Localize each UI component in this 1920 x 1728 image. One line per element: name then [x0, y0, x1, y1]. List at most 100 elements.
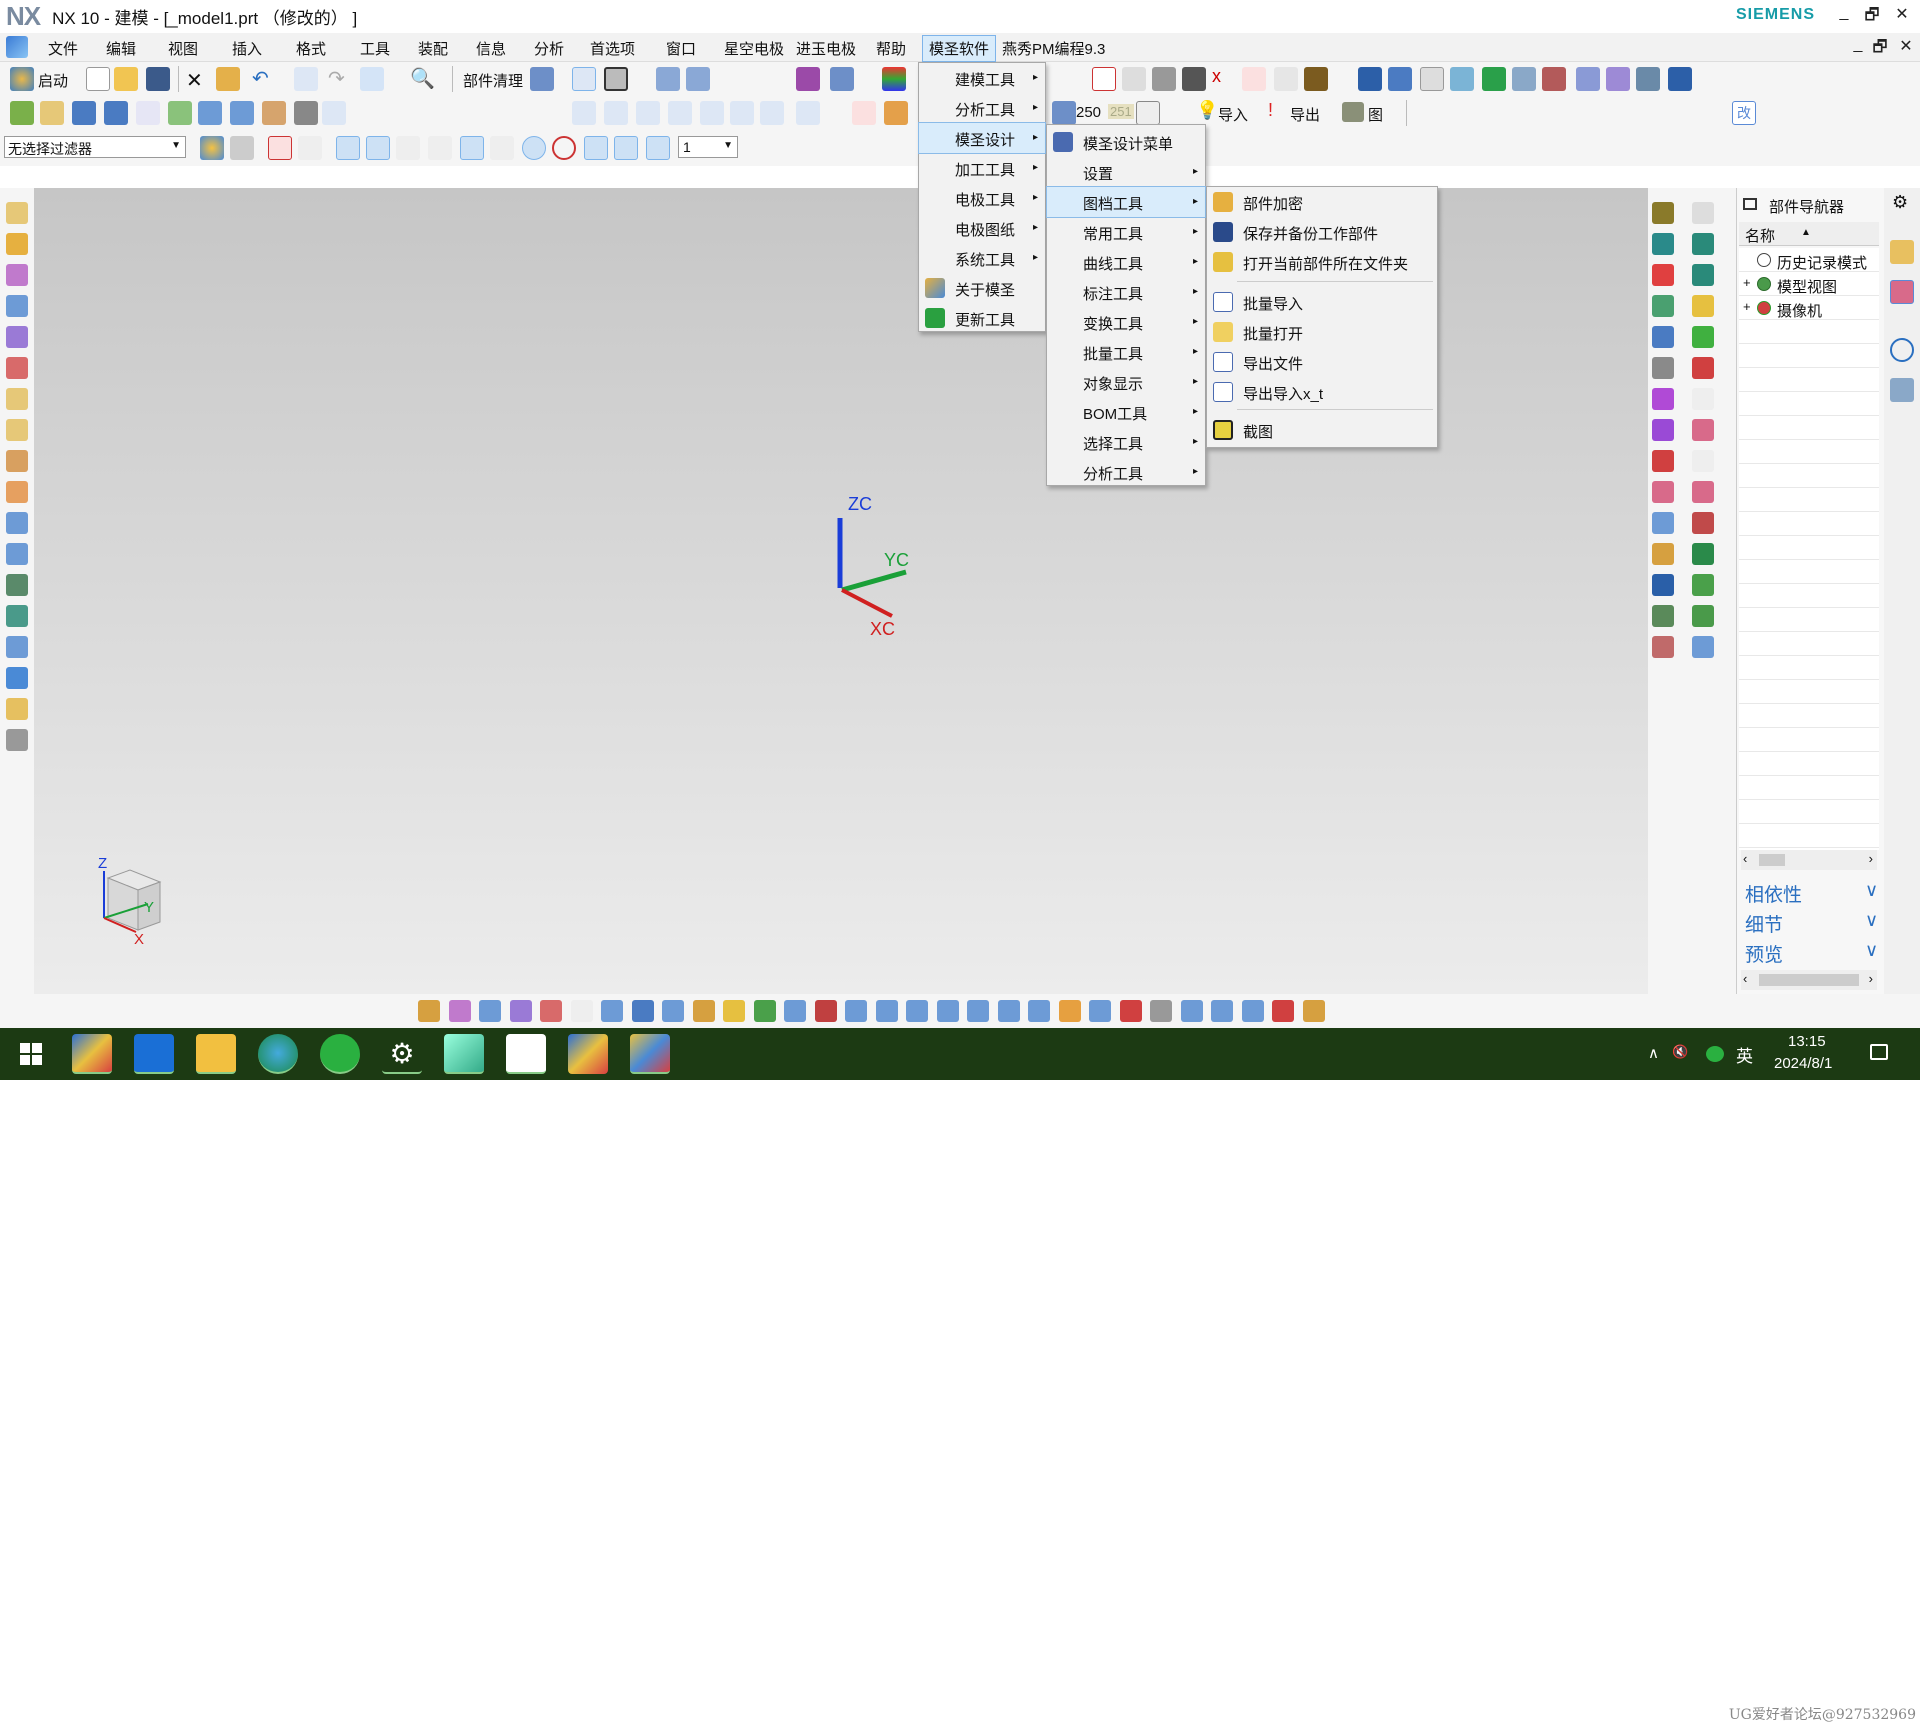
right-tool-icon[interactable] — [1692, 326, 1714, 348]
menu-row[interactable]: 导出文件 — [1207, 347, 1437, 377]
extrude-icon[interactable] — [198, 101, 222, 125]
view-icon[interactable] — [656, 67, 680, 91]
arc-icon[interactable] — [636, 101, 660, 125]
right-tool-icon[interactable] — [1692, 605, 1714, 627]
view-box-icon[interactable] — [1136, 101, 1160, 125]
chevron-down-icon[interactable]: ∨ — [1865, 880, 1878, 901]
bottom-tool-icon[interactable] — [631, 1000, 654, 1022]
palette-select-icon[interactable] — [200, 136, 224, 160]
bottom-tool-icon[interactable] — [845, 1000, 867, 1022]
roles-icon[interactable] — [1890, 378, 1914, 402]
grid-icon[interactable] — [1122, 67, 1146, 91]
right-tool-icon[interactable] — [1692, 202, 1714, 224]
right-tool-icon[interactable] — [1652, 264, 1674, 286]
mold-icon[interactable] — [796, 67, 820, 91]
left-tool-icon[interactable] — [6, 388, 28, 410]
right-tool-icon[interactable] — [1692, 574, 1714, 596]
menu-row[interactable]: 更新工具 — [919, 303, 1045, 333]
bottom-tool-icon[interactable] — [418, 1000, 440, 1022]
menu-row[interactable]: 曲线工具 ▸ — [1047, 247, 1205, 277]
image-icon[interactable] — [1342, 102, 1364, 122]
right-tool-icon[interactable] — [1652, 481, 1674, 503]
ime-indicator[interactable]: 英 — [1736, 1042, 1753, 1067]
menu-row[interactable]: 分析工具 ▸ — [919, 93, 1045, 123]
right-tool-icon[interactable] — [1652, 233, 1674, 255]
snap-quadrant-icon[interactable] — [552, 136, 576, 160]
scroll-thumb[interactable] — [1759, 974, 1859, 986]
split-icon[interactable] — [262, 101, 286, 125]
left-tool-icon[interactable] — [6, 450, 28, 472]
snap-face-icon[interactable] — [646, 136, 670, 160]
snap-control-icon[interactable] — [460, 136, 484, 160]
right-tool-icon[interactable] — [1652, 357, 1674, 379]
snap-mid-icon[interactable] — [396, 136, 420, 160]
right-tool-icon[interactable] — [1692, 388, 1714, 410]
menu-row[interactable]: 电极工具 ▸ — [919, 183, 1045, 213]
bottom-tool-icon[interactable] — [784, 1000, 806, 1022]
left-tool-icon[interactable] — [6, 326, 28, 348]
snap-center-icon[interactable] — [522, 136, 546, 160]
bottom-tool-icon[interactable] — [997, 1000, 1020, 1022]
right-tool-icon[interactable] — [1692, 419, 1714, 441]
right-tool-icon[interactable] — [1692, 512, 1714, 534]
settings-icon[interactable]: ⚙ — [382, 1034, 422, 1074]
x-icon[interactable]: x — [1212, 66, 1221, 87]
menu-item[interactable]: 进玉电极 — [790, 37, 862, 60]
right-tool-icon[interactable] — [1652, 326, 1674, 348]
csys-icon[interactable] — [294, 67, 318, 91]
chevron-down-icon[interactable]: ∨ — [1865, 910, 1878, 931]
left-tool-icon[interactable] — [6, 419, 28, 441]
preview-scrollbar[interactable]: ‹ › — [1741, 970, 1877, 990]
bottom-tool-icon[interactable] — [1180, 1000, 1203, 1022]
deselect-icon[interactable] — [230, 136, 254, 160]
snap-on-curve-icon[interactable] — [614, 136, 638, 160]
left-tool-icon[interactable] — [6, 512, 28, 534]
right-tool-icon[interactable] — [1692, 636, 1714, 658]
sketch-icon[interactable] — [10, 101, 34, 125]
menu-item[interactable]: 文件 — [42, 37, 84, 60]
bottom-tool-icon[interactable] — [1028, 1000, 1050, 1022]
snap-point-icon[interactable] — [268, 136, 292, 160]
bottom-tool-icon[interactable] — [1272, 1000, 1294, 1022]
bottom-tool-icon[interactable] — [601, 1000, 623, 1022]
left-tool-icon[interactable] — [6, 667, 28, 689]
navigator-node[interactable]: 历史记录模式 — [1743, 250, 1879, 272]
menu-row[interactable]: 保存并备份工作部件 — [1207, 217, 1437, 247]
pin-icon[interactable] — [1388, 67, 1412, 91]
import-label[interactable]: 导入 — [1218, 104, 1248, 125]
right-tool-icon[interactable] — [1692, 357, 1714, 379]
bottom-tool-icon[interactable] — [1150, 1000, 1172, 1022]
edge-icon[interactable] — [258, 1034, 298, 1074]
tool-b-icon[interactable] — [1542, 67, 1566, 91]
left-tool-icon[interactable] — [6, 605, 28, 627]
download-icon[interactable] — [1358, 67, 1382, 91]
bottom-tool-icon[interactable] — [509, 1000, 532, 1022]
undo-icon[interactable]: ↶ — [252, 66, 269, 91]
history-icon[interactable] — [1890, 338, 1914, 362]
clock-date[interactable]: 2024/8/1 — [1774, 1055, 1832, 1072]
menu-row[interactable]: 关于模圣 — [919, 273, 1045, 303]
scroll-right-icon[interactable]: › — [1869, 851, 1873, 866]
color-icon[interactable] — [882, 67, 906, 91]
export-part-icon[interactable] — [136, 101, 160, 125]
menu-row[interactable]: 标注工具 ▸ — [1047, 277, 1205, 307]
scroll-thumb[interactable] — [1759, 854, 1785, 866]
tool-d-icon[interactable] — [1606, 67, 1630, 91]
left-tool-icon[interactable] — [6, 481, 28, 503]
menu-item[interactable]: 视图 — [162, 37, 204, 60]
rotate-icon[interactable] — [730, 101, 754, 125]
trim-icon[interactable] — [852, 101, 876, 125]
menu-item[interactable]: 工具 — [354, 37, 396, 60]
right-tool-icon[interactable] — [1652, 512, 1674, 534]
bulb-icon[interactable]: 💡 — [1196, 100, 1218, 121]
menu-row[interactable]: 常用工具 ▸ — [1047, 217, 1205, 247]
pattern-icon[interactable] — [796, 101, 820, 125]
right-tool-icon[interactable] — [1652, 202, 1674, 224]
bottom-tool-icon[interactable] — [967, 1000, 989, 1022]
menu-item[interactable]: 帮助 — [870, 37, 912, 60]
shade-icon[interactable] — [294, 101, 318, 125]
save-icon[interactable] — [146, 67, 170, 91]
change-button[interactable]: 改 — [1732, 101, 1756, 125]
menu-row[interactable]: 批量打开 — [1207, 317, 1437, 347]
left-tool-icon[interactable] — [6, 574, 28, 596]
